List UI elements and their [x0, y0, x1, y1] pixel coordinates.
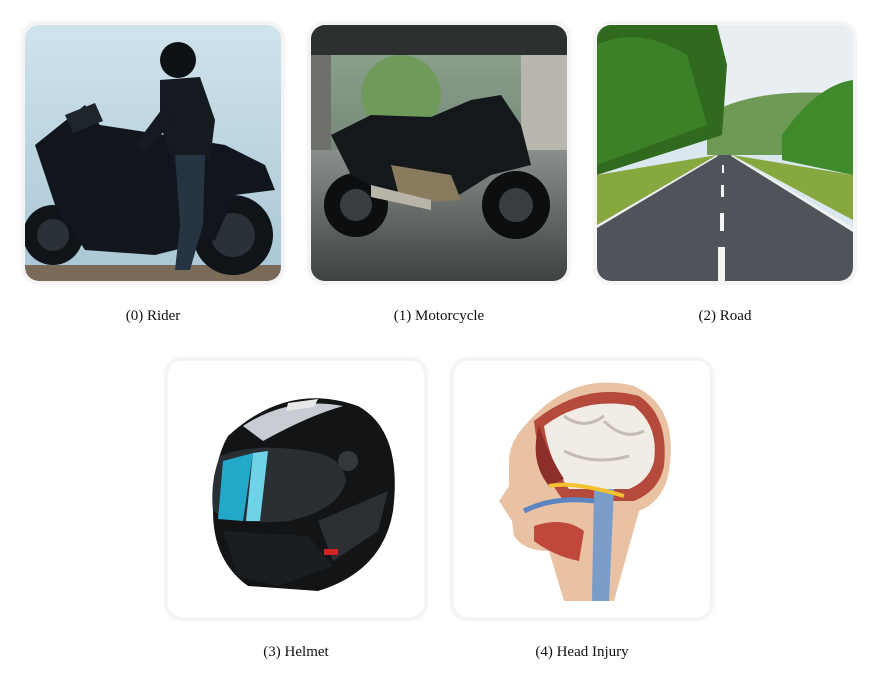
road-image: [597, 25, 853, 281]
image-card-rider: [25, 25, 281, 281]
caption-motorcycle: (1) Motorcycle: [393, 308, 485, 324]
image-card-helmet: [168, 361, 424, 617]
helmet-image: [168, 361, 424, 617]
rider-image: [25, 25, 281, 281]
head-injury-image: [454, 361, 710, 617]
caption-helmet: (3) Helmet: [263, 644, 329, 660]
caption-head-injury: (4) Head Injury: [535, 644, 629, 660]
caption-rider: (0) Rider: [125, 308, 181, 324]
image-card-head-injury: [454, 361, 710, 617]
caption-road: (2) Road: [698, 308, 752, 324]
image-card-road: [597, 25, 853, 281]
motorcycle-image: [311, 25, 567, 281]
image-card-motorcycle: [311, 25, 567, 281]
